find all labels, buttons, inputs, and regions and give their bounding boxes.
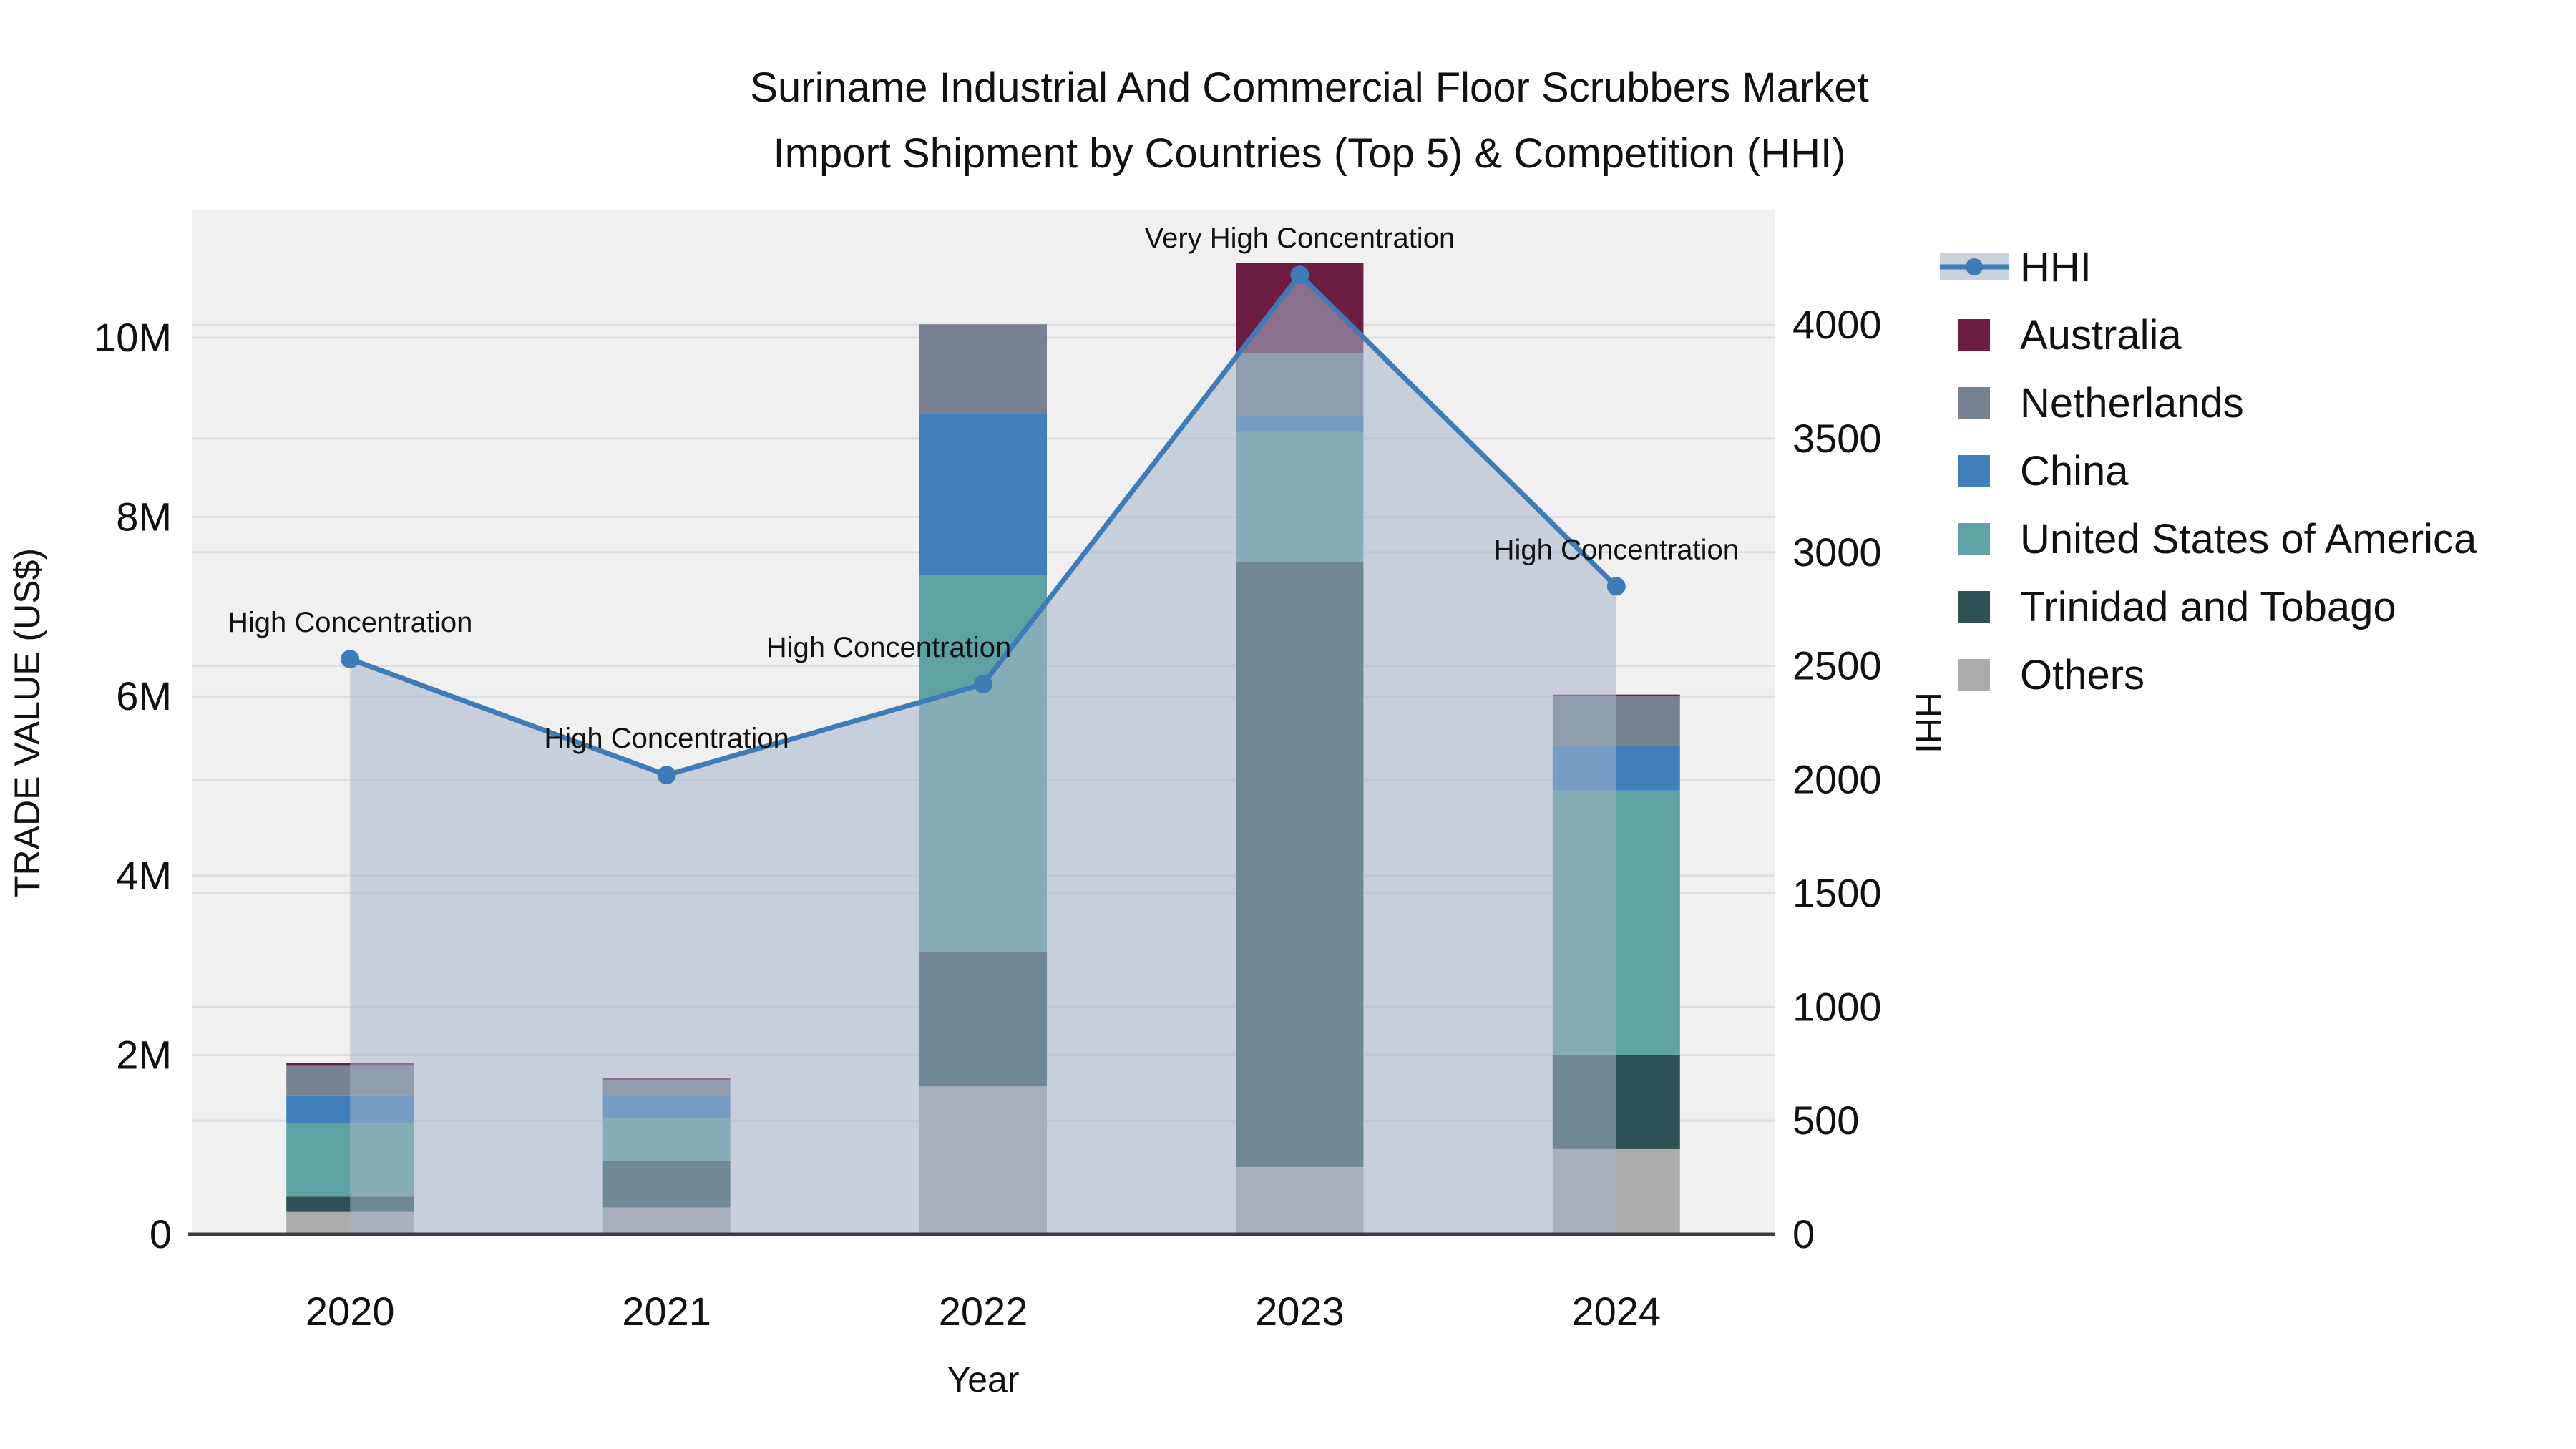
legend: HHI Australia Netherlands China United State… [1940,244,2477,698]
left-axis-ticks: 0 2M 4M 6M 8M 10M [94,315,172,1257]
legend-item-netherlands[interactable]: Netherlands [1958,380,2244,426]
y-right-tick: 2500 [1792,643,1882,688]
hhi-legend-marker [1966,258,1983,275]
legend-label: Netherlands [2020,380,2244,426]
bar-segment-2022 [919,414,1047,576]
legend-swatch [1958,387,1990,419]
y-right-tick: 2000 [1792,757,1882,802]
legend-item-hhi[interactable]: HHI [1940,244,2092,291]
chart-title-line2: Import Shipment by Countries (Top 5) & C… [774,130,1846,177]
hhi-point [1606,577,1626,596]
y-right-tick: 3000 [1792,530,1882,575]
y-right-tick: 3500 [1792,416,1882,461]
y-right-axis-title: HHI [1908,692,1948,753]
legend-swatch [1958,591,1990,623]
y-left-tick: 8M [116,494,172,540]
x-tick-2024: 2024 [1572,1289,1662,1334]
legend-label: Others [2020,652,2145,698]
legend-swatch [1958,523,1990,555]
hhi-point [657,766,676,785]
chart-title-line1: Suriname Industrial And Commercial Floor… [750,64,1868,111]
y-right-tick: 0 [1792,1211,1815,1257]
legend-label: United States of America [2020,516,2477,562]
annotation-2022: High Concentration [766,632,1011,663]
y-left-axis-title: TRADE VALUE (US$) [7,548,47,897]
annotation-2024: High Concentration [1494,534,1739,565]
hhi-point [1290,265,1309,285]
legend-item-trinidad-and-tobago[interactable]: Trinidad and Tobago [1958,584,2396,630]
y-right-tick: 4000 [1792,302,1882,347]
hhi-point [341,650,360,669]
annotation-2020: High Concentration [228,607,472,638]
y-left-tick: 6M [116,673,172,718]
y-left-tick: 10M [94,315,172,360]
right-axis-ticks: 0 500 1000 1500 2000 2500 3000 3500 4000 [1792,302,1882,1257]
x-tick-2022: 2022 [939,1289,1028,1334]
y-right-tick: 500 [1792,1098,1859,1143]
legend-item-others[interactable]: Others [1958,652,2145,698]
y-left-tick: 0 [150,1211,172,1257]
legend-item-united-states-of-america[interactable]: United States of America [1958,516,2477,562]
y-right-tick: 1500 [1792,870,1882,915]
legend-swatch [1958,455,1990,487]
legend-item-china[interactable]: China [1958,448,2129,494]
y-left-tick: 4M [116,853,172,898]
x-axis-title: Year [947,1360,1019,1400]
chart-canvas: High Concentration High Concentration High… [0,0,2576,1449]
x-tick-2023: 2023 [1255,1289,1345,1334]
legend-label: Trinidad and Tobago [2020,584,2396,630]
legend-label: Australia [2020,312,2182,358]
legend-swatch [1958,659,1990,691]
legend-label: HHI [2020,244,2092,291]
legend-item-australia[interactable]: Australia [1958,312,2182,358]
x-tick-2020: 2020 [306,1289,395,1334]
y-right-tick: 1000 [1792,984,1882,1029]
x-axis-ticks: 2020 2021 2022 2023 2024 [306,1289,1661,1334]
annotation-2021: High Concentration [544,723,789,754]
legend-label: China [2020,448,2129,494]
bar-segment-2022 [919,324,1047,414]
annotation-2023: Very High Concentration [1145,223,1455,254]
legend-swatch [1958,319,1990,351]
y-left-tick: 2M [116,1032,172,1077]
x-tick-2021: 2021 [622,1289,711,1334]
hhi-point [974,675,992,694]
